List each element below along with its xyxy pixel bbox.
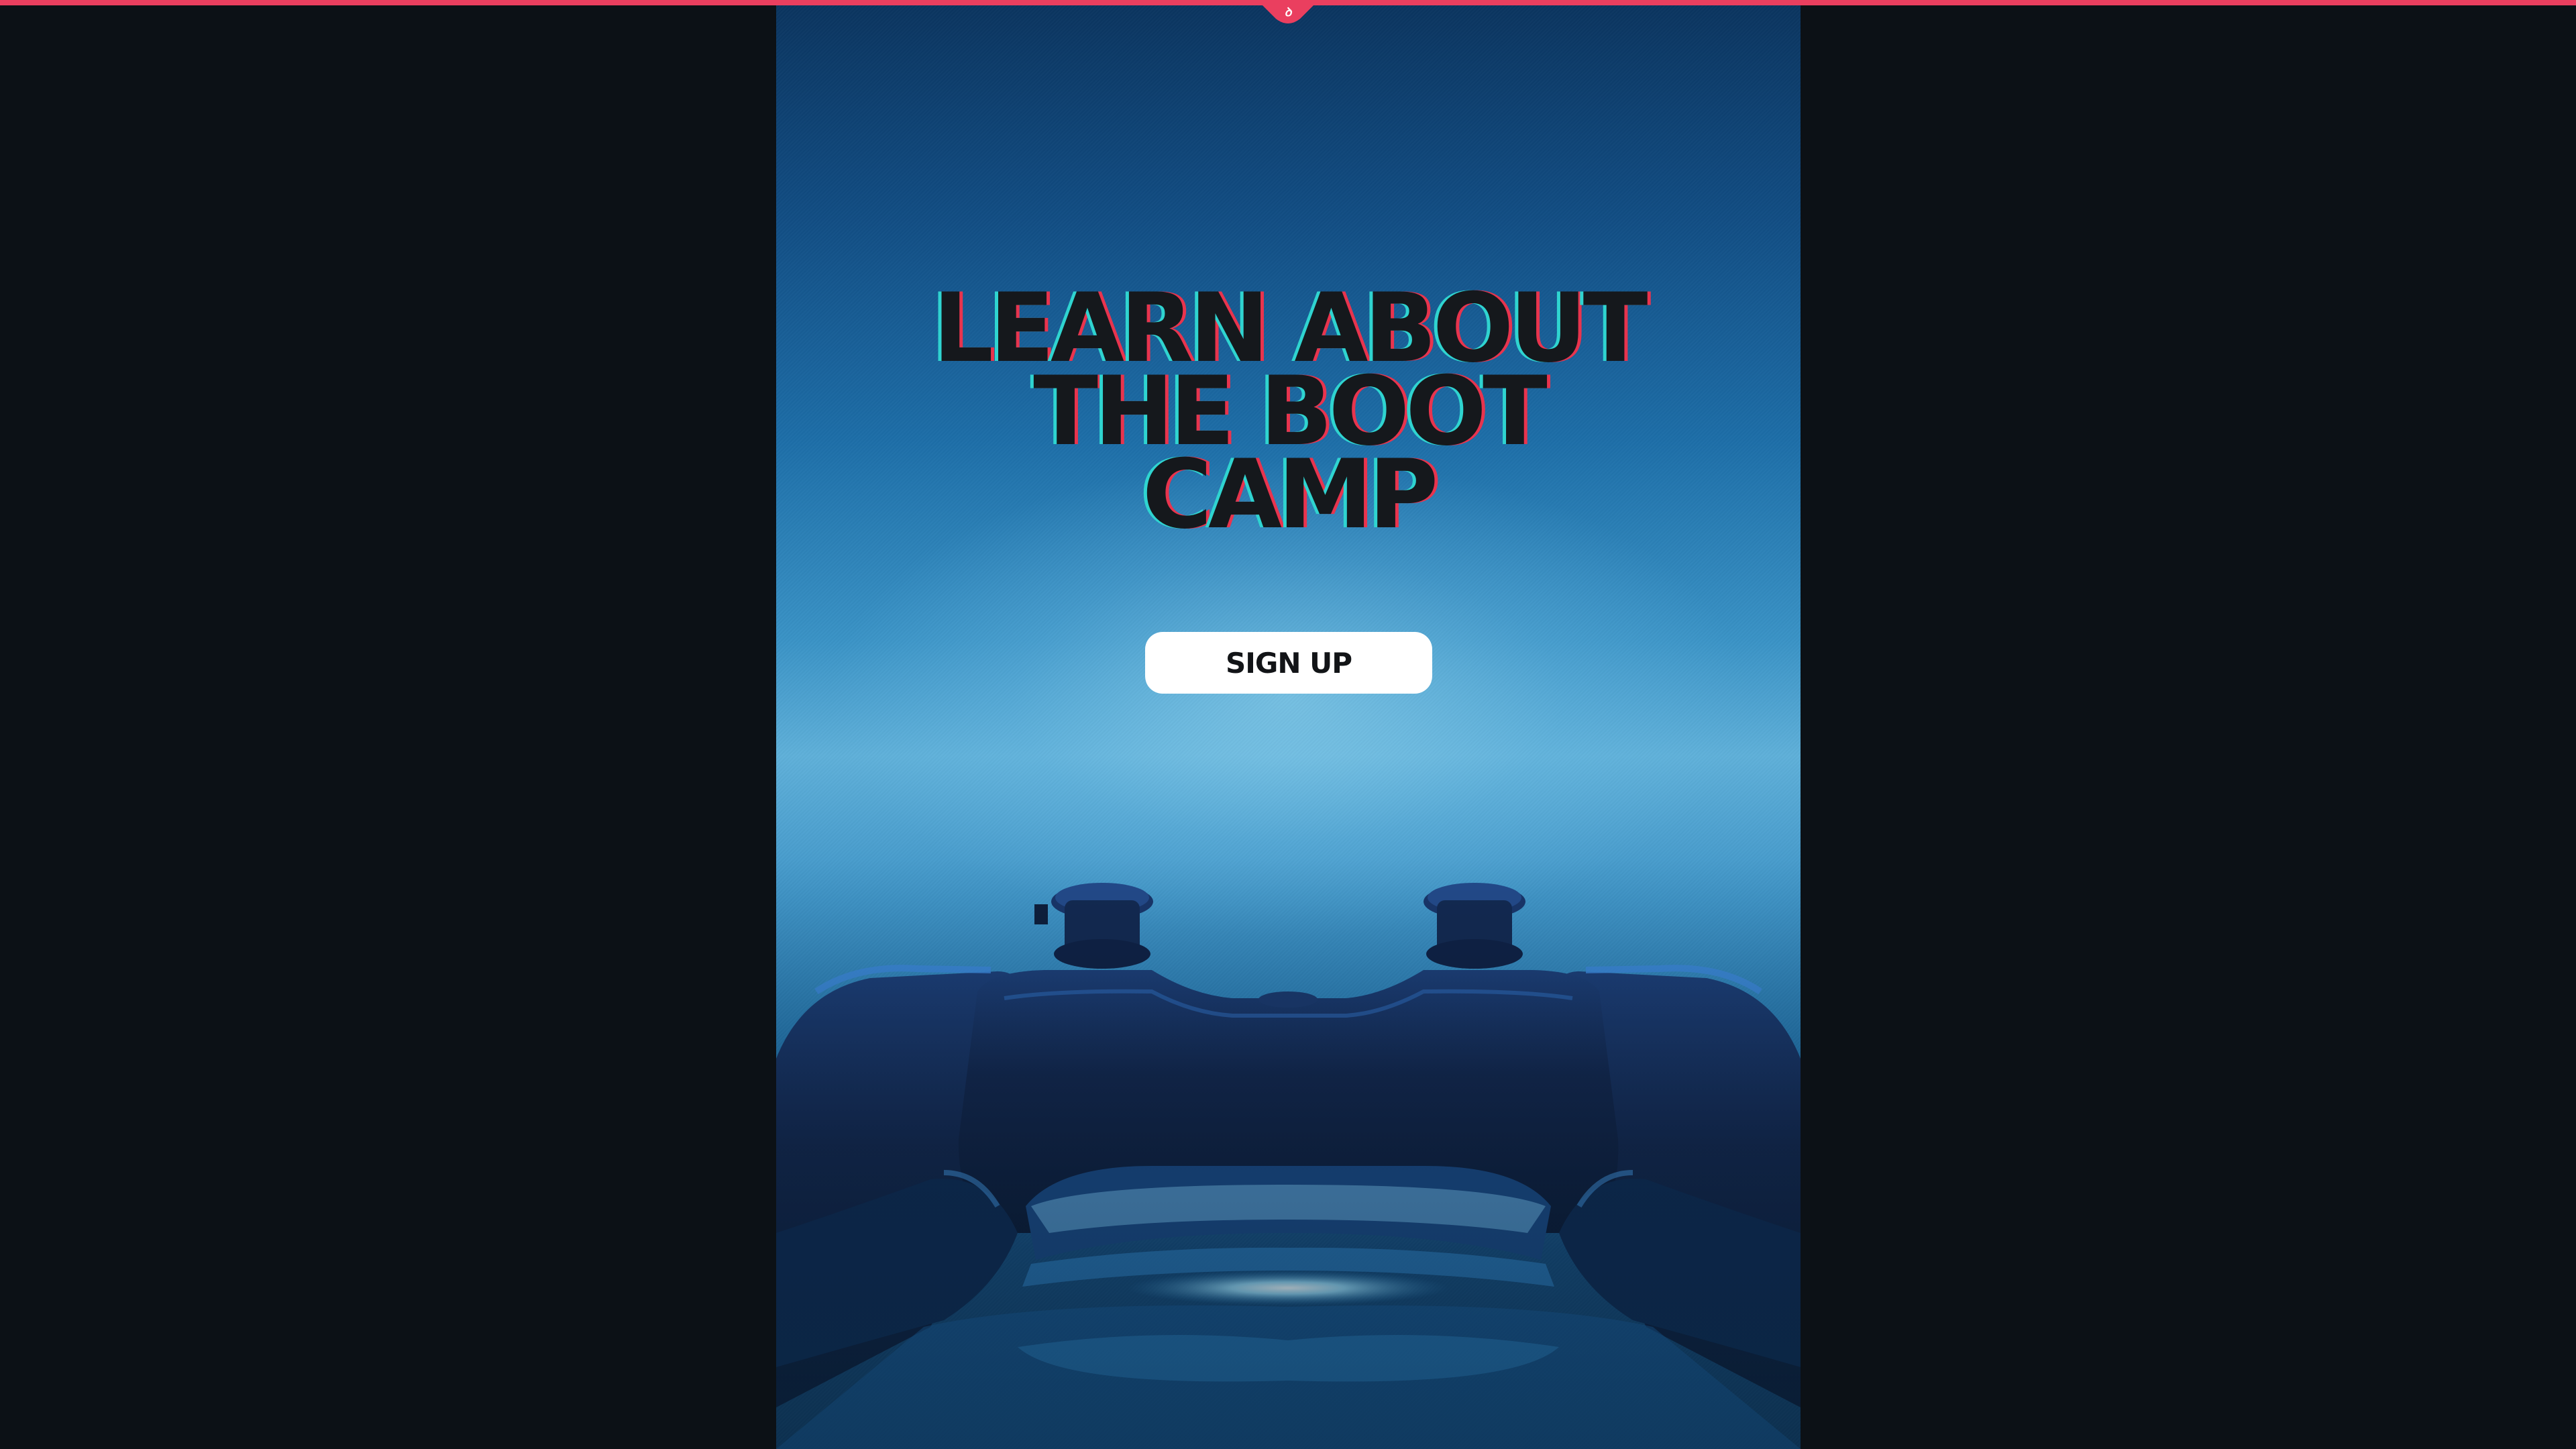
hero-section: LEARN ABOUT THE BOOT CAMP SIGN UP (776, 5, 1801, 1449)
svg-text:ꝺ: ꝺ (1285, 5, 1293, 19)
hero-heading-line-3: CAMP (1142, 439, 1439, 550)
logo-icon: ꝺ (1261, 4, 1315, 23)
logo-tab[interactable]: ꝺ (1261, 0, 1315, 24)
game-controller-image (776, 857, 1801, 1449)
sign-up-button[interactable]: SIGN UP (1145, 632, 1432, 694)
page: ꝺ LEARN ABOUT THE BOOT CAMP SIGN UP (0, 0, 2576, 1449)
hero-heading: LEARN ABOUT THE BOOT CAMP (776, 281, 1801, 550)
